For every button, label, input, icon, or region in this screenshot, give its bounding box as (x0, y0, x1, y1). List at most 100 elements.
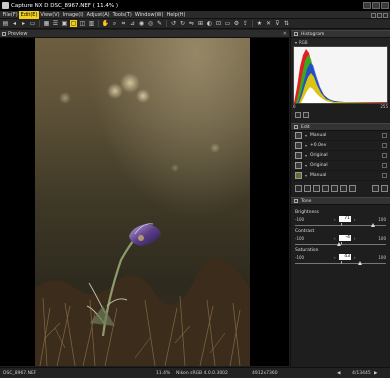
brightness-slider[interactable] (295, 223, 386, 227)
edit-row-label: Original (310, 153, 328, 158)
rotate-right-icon[interactable]: ↻ (179, 20, 186, 27)
contrast-slider[interactable] (295, 242, 386, 246)
brush-icon[interactable] (295, 184, 302, 192)
monitor-icon[interactable]: ▭ (224, 20, 231, 27)
histogram-controls: ▾ RGB (291, 38, 390, 46)
menu-file[interactable]: File(F) (1, 11, 19, 19)
saturation-value[interactable]: 43 (339, 254, 351, 260)
histogram-title: Histogram (301, 31, 325, 37)
menu-adjust[interactable]: Adjust(A) (85, 11, 111, 19)
filter-icon[interactable]: ⊽ (274, 20, 281, 27)
folder-icon[interactable]: ▭ (29, 20, 36, 27)
next-image-icon[interactable]: ▶ (374, 371, 377, 376)
browser-icon[interactable]: ▤ (2, 20, 9, 27)
gradient-icon[interactable] (313, 184, 320, 192)
edit-header[interactable]: Edit (291, 123, 390, 131)
process-icon[interactable]: ⚙ (233, 20, 240, 27)
edit-row-toggle[interactable] (382, 163, 387, 168)
slider-thumb[interactable] (370, 223, 375, 227)
sort-icon[interactable]: ⇅ (283, 20, 290, 27)
saturation-slider[interactable] (295, 261, 386, 265)
selection-icon[interactable] (304, 184, 311, 192)
menu-edit[interactable]: Edit(E) (19, 10, 39, 19)
window-controls (363, 2, 389, 9)
contrast-value[interactable]: -4 (339, 235, 351, 241)
edit-row-picture-control[interactable]: ▾ Original (291, 151, 390, 161)
preview-close-icon[interactable]: ✕ (283, 31, 287, 37)
layout-split-icon[interactable] (377, 12, 382, 18)
straighten-tool-icon[interactable]: ⊿ (129, 20, 136, 27)
forward-icon[interactable]: ▸ (20, 20, 27, 27)
compare-four-icon[interactable]: ▥ (88, 20, 95, 27)
channel-select[interactable]: RGB (299, 40, 308, 45)
lost-highlights-icon[interactable]: ◐ (206, 20, 213, 27)
edit-row-toggle[interactable] (382, 173, 387, 178)
thumbnail-list-icon[interactable]: ☰ (52, 20, 59, 27)
hand-tool-icon[interactable]: ✋ (102, 20, 109, 27)
viewer-icon[interactable]: ▣ (61, 20, 68, 27)
menu-tools[interactable]: Tools(T) (111, 11, 133, 19)
workspace-controls (371, 11, 388, 19)
crop-tool-icon[interactable]: ⌗ (120, 20, 127, 27)
reset-icon[interactable] (381, 184, 388, 192)
flip-icon[interactable]: ⇋ (188, 20, 195, 27)
decrement-arrow-icon[interactable]: ‹ (334, 236, 336, 241)
zoom-tool-icon[interactable]: ⌕ (111, 20, 118, 27)
menu-view[interactable]: View(V) (39, 11, 61, 19)
menu-window[interactable]: Window(W) (133, 11, 165, 19)
histogram-highlight-icon[interactable] (295, 111, 301, 118)
edit-row-toggle[interactable] (382, 153, 387, 158)
preview-area[interactable] (0, 38, 289, 366)
menu-image[interactable]: Image(I) (61, 11, 85, 19)
edit-row-toggle[interactable] (382, 143, 387, 148)
rotate-left-icon[interactable]: ↺ (170, 20, 177, 27)
slider-thumb[interactable] (336, 242, 341, 246)
focus-point-icon[interactable]: ⊡ (215, 20, 222, 27)
increment-arrow-icon[interactable]: › (354, 236, 356, 241)
close-button[interactable] (381, 2, 389, 9)
histogram-header[interactable]: Histogram (291, 30, 390, 38)
color-control-point-icon[interactable] (331, 184, 338, 192)
control-point-icon[interactable] (322, 184, 329, 192)
paste-adjustments-icon[interactable] (349, 184, 356, 192)
menu-help[interactable]: Help(H) (165, 11, 187, 19)
decrement-arrow-icon[interactable]: ‹ (334, 255, 336, 260)
add-adjustment-icon[interactable] (372, 184, 379, 192)
thumbnail-grid-icon[interactable]: ▦ (43, 20, 50, 27)
edit-row-noise-reduction[interactable]: ▾ Original (291, 161, 390, 171)
back-icon[interactable]: ◂ (11, 20, 18, 27)
previous-image-icon[interactable]: ◀ (337, 371, 340, 376)
exposure-icon (295, 142, 302, 149)
red-eye-icon[interactable]: ◎ (147, 20, 154, 27)
layout-single-icon[interactable] (371, 12, 376, 18)
retouch-brush-icon[interactable]: ✎ (156, 20, 163, 27)
brightness-value[interactable]: 71 (339, 216, 351, 222)
picture-control-icon (295, 152, 302, 159)
compare-two-icon[interactable]: ◫ (79, 20, 86, 27)
decrement-arrow-icon[interactable]: ‹ (334, 217, 336, 222)
increment-arrow-icon[interactable]: › (354, 217, 356, 222)
photo (35, 38, 250, 366)
minimize-button[interactable] (363, 2, 371, 9)
slider-thumb[interactable] (358, 261, 363, 265)
edit-row-white-balance[interactable]: ▾ Manual (291, 131, 390, 141)
maximize-button[interactable] (372, 2, 380, 9)
increment-arrow-icon[interactable]: › (354, 255, 356, 260)
favorite-star-icon[interactable]: ★ (256, 20, 263, 27)
copy-adjustments-icon[interactable] (340, 184, 347, 192)
histogram-chart (293, 46, 388, 104)
status-zoom: 11.4% (156, 370, 171, 376)
histogram-shadow-icon[interactable] (303, 111, 309, 118)
share-icon[interactable]: ⇪ (242, 20, 249, 27)
layout-grid-icon[interactable] (383, 12, 388, 18)
edit-row-exposure[interactable]: ▾ +0.0ev (291, 141, 390, 151)
brightness-group: Brightness -100 ‹ 71 › 100 (295, 210, 386, 227)
full-screen-icon[interactable]: ▢ (70, 20, 77, 27)
edit-row-toggle[interactable] (382, 133, 387, 138)
gray-point-icon[interactable]: ◉ (138, 20, 145, 27)
label-icon[interactable]: ✕ (265, 20, 272, 27)
tone-header[interactable]: Tone (291, 197, 390, 205)
channel-dropdown-icon[interactable]: ▾ (295, 40, 297, 45)
edit-row-lens-correction[interactable]: ▾ Manual (291, 171, 390, 181)
grid-overlay-icon[interactable]: ⊞ (197, 20, 204, 27)
